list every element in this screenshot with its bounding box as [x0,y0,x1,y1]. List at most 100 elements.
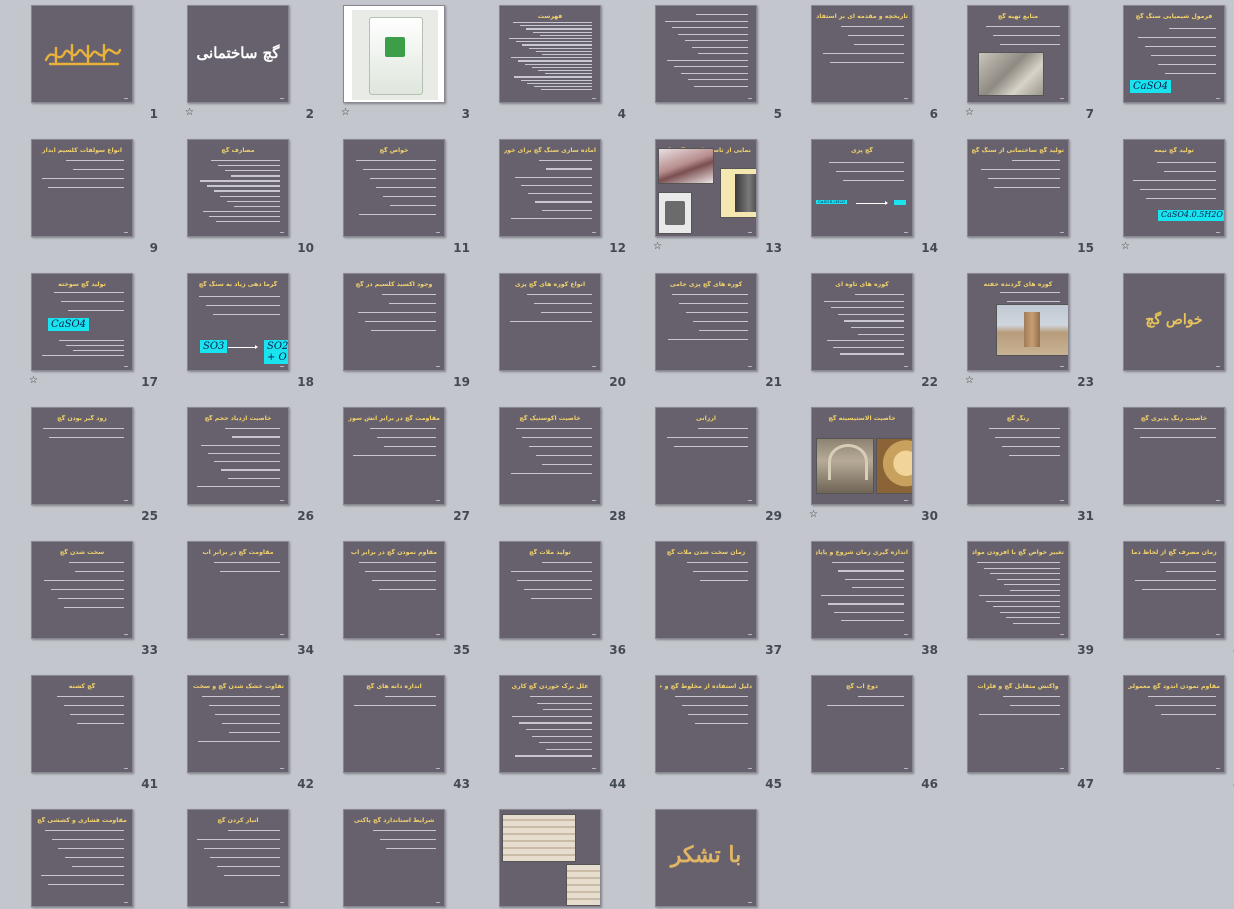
slide-preview[interactable]: گرما دهی زیاد به سنگ گچ SO3 SO2 + O [187,273,289,371]
transition-star-icon[interactable]: ☆ [965,376,974,386]
slide-number-footer [904,499,908,501]
text-line [1159,562,1216,564]
slide-preview[interactable]: فهرست [499,5,601,103]
slide-preview[interactable] [31,5,133,103]
text-line [209,215,280,218]
slide-preview[interactable]: دلیل استفاده از مخلوط گچ و خاک رس [655,675,757,773]
slide-preview[interactable]: با تشکر [655,809,757,907]
slide-preview[interactable]: ارزانی [655,407,757,505]
text-line [353,705,436,707]
slide-text-lines [352,428,436,492]
transition-star-icon[interactable]: ☆ [809,510,818,520]
slide-preview[interactable]: اندازه گیری زمان شروع و پایان گرفتن گچ [811,541,913,639]
slide-title: تفاوت خشک شدن گچ و سخت شدن آن [192,683,284,690]
slide-preview[interactable]: تولید گچ نیمه CaSO4.0.5H2O [1123,139,1225,237]
slide-preview[interactable]: کوره های گچ پزی جامی [655,273,757,371]
slide-preview[interactable]: تفاوت خشک شدن گچ و سخت شدن آن [187,675,289,773]
slide-preview[interactable]: منابع تهیه گچ [967,5,1069,103]
slide-preview[interactable]: تولید گچ سوخته CaSO4 [31,273,133,371]
slide-preview[interactable]: نمایی از تاسیسات سنگ شکن [655,139,757,237]
slide-preview[interactable]: مقاومت گچ در برابر آب [187,541,289,639]
slide-title: کوره های گردنده خفته [983,281,1053,288]
slide-thumbnail-22: کوره های تاوه ای 22 [808,270,964,404]
text-line [54,292,124,294]
slide-preview[interactable]: گچ کشته [31,675,133,773]
text-line [841,26,904,28]
slide-number-footer [436,231,440,233]
slide-preview[interactable]: مقاومت گچ در برابر آتش سوزی [343,407,445,505]
slide-number: 13 [765,241,782,255]
slide-preview[interactable]: فرمول شیمیایی سنگ گچ CaSO4 [1123,5,1225,103]
slide-preview[interactable]: کوره های گردنده خفته [967,273,1069,371]
slide-preview[interactable]: اندازه دانه های گچ [343,675,445,773]
slide-preview[interactable]: شرایط استاندارد گچ پاکتی [343,809,445,907]
slide-text-lines [820,696,904,760]
slide-preview[interactable]: خاصیت ازدیاد حجم گچ [187,407,289,505]
text-line [680,72,748,74]
slide-title: انبار کردن گچ [217,817,259,824]
transition-star-icon[interactable]: ☆ [965,108,974,118]
slide-preview[interactable] [655,5,757,103]
transition-star-icon[interactable]: ☆ [341,108,350,118]
slide-preview[interactable]: انواع سولفات کلسیم آبدار [31,139,133,237]
slide-preview[interactable]: زمان سخت شدن ملات گچ [655,541,757,639]
slide-preview[interactable]: خواص گچ [343,139,445,237]
text-line [539,160,592,162]
slide-preview[interactable]: علل ترک خوردن گچ کاری [499,675,601,773]
text-line [222,723,280,725]
text-line [685,312,748,314]
slide-preview[interactable]: مقاوم نمودن اندود گچ معمولی در برابر آب [1123,675,1225,773]
slide-title: دلیل استفاده از مخلوط گچ و خاک رس [660,683,752,690]
slide-preview[interactable]: تولید گچ ساختمانی از سنگ گچ [967,139,1069,237]
slide-number: 39 [1077,643,1094,657]
transition-star-icon[interactable]: ☆ [185,108,194,118]
slide-preview[interactable]: تاریخچه و مقدمه ای بر استفاده از گچ [811,5,913,103]
slide-preview[interactable]: زود گیر بودن گچ [31,407,133,505]
text-line [511,57,592,59]
slide-preview[interactable]: خاصیت رنگ پذیری گچ [1123,407,1225,505]
text-line [514,755,592,757]
slide-preview[interactable] [343,5,445,103]
slide-thumbnail-29: ارزانی 29 [652,404,808,538]
slide-preview[interactable]: وجود اکسید کلسیم در گچ [343,273,445,371]
slide-preview[interactable]: تغییر خواص گچ با افزودن موادی به آن [967,541,1069,639]
text-line [369,178,436,180]
text-line [841,619,904,622]
slide-preview[interactable] [499,809,601,907]
slide-preview[interactable]: انواع کوره های گچ پزی [499,273,601,371]
text-line [383,446,436,448]
transition-star-icon[interactable]: ☆ [1121,242,1130,252]
slide-preview[interactable]: گچ پزی CaSO4.2H2O [811,139,913,237]
slide-preview[interactable]: آماده سازی سنگ گچ برای خوراک کوره [499,139,601,237]
slide-number: 22 [921,375,938,389]
slide-preview[interactable]: کوره های تاوه ای [811,273,913,371]
transition-star-icon[interactable]: ☆ [29,376,38,386]
slide-preview[interactable]: رنگ گچ [967,407,1069,505]
text-line [510,571,592,573]
slide-text-lines [976,562,1060,626]
slide-preview[interactable]: مقاومت فشاری و کششی گچ [31,809,133,907]
text-line [857,333,904,335]
text-line [831,562,904,564]
slide-preview[interactable]: انبار کردن گچ [187,809,289,907]
slide-preview[interactable]: خاصیت الاستیسیته گچ [811,407,913,505]
text-line [992,606,1060,608]
slide-preview[interactable]: مقاوم نمودن گچ در برابر آب [343,541,445,639]
slide-preview[interactable]: مصارف گچ [187,139,289,237]
transition-star-icon[interactable]: ☆ [653,242,662,252]
slide-thumbnail-23: کوره های گردنده خفته 23 ☆ [964,270,1120,404]
slide-number-footer [904,97,908,99]
slide-preview[interactable]: زمان مصرف گچ از لحاظ دما [1123,541,1225,639]
slide-preview[interactable]: گچ ساختمانی [187,5,289,103]
text-line [826,340,904,342]
text-line [534,201,592,203]
text-line [693,571,748,573]
slide-preview[interactable]: واکنش متقابل گچ و فلزات [967,675,1069,773]
slide-preview[interactable]: خاصیت اکوستیک گچ [499,407,601,505]
text-line [63,705,124,707]
slide-preview[interactable]: خواص گچ [1123,273,1225,371]
slide-preview[interactable]: دوغ آب گچ [811,675,913,773]
slide-preview[interactable]: تولید ملات گچ [499,541,601,639]
text-line [1002,696,1060,698]
slide-preview[interactable]: سخت شدن گچ [31,541,133,639]
